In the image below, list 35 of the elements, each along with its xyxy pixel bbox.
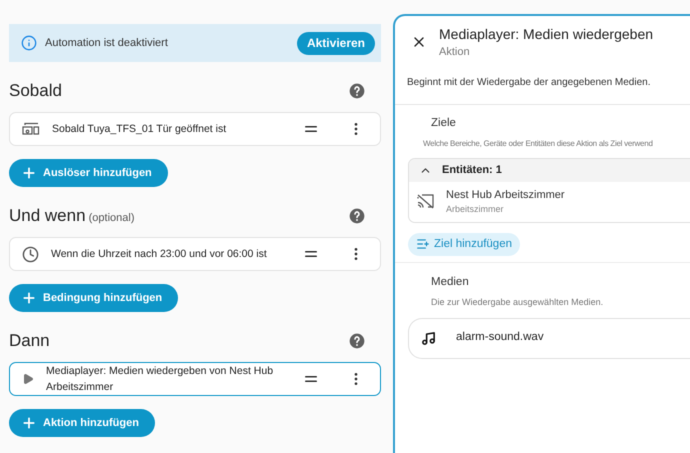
cast-off-icon [417, 194, 434, 210]
help-icon[interactable] [349, 333, 365, 349]
devices-icon [22, 122, 40, 136]
rule-text: Sobald Tuya_TFS_01 Tür geöffnet ist [52, 122, 228, 137]
section-heading: Sobald [9, 80, 62, 102]
entities-header[interactable]: Entitäten: 1 [409, 158, 690, 182]
media-value: alarm-sound.wav [456, 330, 544, 346]
targets-label: Ziele [430, 116, 457, 130]
banner-text: Automation ist deaktiviert [45, 36, 169, 51]
help-icon[interactable] [349, 208, 365, 224]
media-field[interactable]: alarm-sound.wav [408, 318, 690, 358]
media-label: Medien [430, 274, 470, 290]
list-add-icon [416, 237, 430, 252]
rule-card[interactable]: Mediaplayer: Medien wiedergeben von Nest Hub Arbeitszimmer [9, 362, 381, 396]
panel-subtitle: Aktion [439, 45, 471, 60]
rule-card[interactable]: Wenn die Uhrzeit nach 23:00 und vor 06:00 ist [9, 237, 381, 271]
panel-description: Beginnt mit der Wiedergabe der angegebenen Medien. [406, 76, 652, 90]
targets-hint: Welche Bereiche, Geräte oder Entitäten diese Aktion als Ziel verwend [422, 138, 654, 150]
entity-area: Arbeitszimmer [446, 203, 565, 217]
section-heading: Und wenn (optional) [9, 205, 134, 228]
clock-icon [22, 246, 39, 262]
music-note-icon [421, 330, 436, 346]
rule-card[interactable]: Sobald Tuya_TFS_01 Tür geöffnet ist [9, 112, 381, 146]
entity-name: Nest Hub Arbeitszimmer [446, 188, 565, 203]
media-hint: Die zur Wiedergabe ausgewählten Medien. [430, 296, 604, 309]
section-heading: Dann [9, 330, 50, 352]
play-icon[interactable] [22, 373, 34, 385]
plus-icon [21, 165, 37, 181]
help-icon[interactable] [349, 83, 365, 99]
panel-title: Mediaplayer: Medien wiedergeben [439, 25, 654, 44]
plus-icon [21, 415, 37, 431]
rule-text: Wenn die Uhrzeit nach 23:00 und vor 06:00 ist [51, 247, 268, 262]
info-icon [21, 35, 37, 51]
rule-text: Mediaplayer: Medien wiedergeben von Nest Hub Arbeitszimmer [46, 364, 274, 395]
plus-icon [21, 290, 37, 306]
